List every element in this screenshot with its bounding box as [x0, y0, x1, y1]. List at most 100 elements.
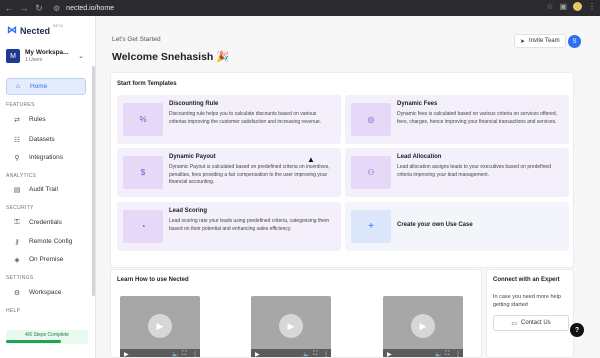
video-controls: [251, 349, 331, 357]
volume-icon[interactable]: 🔈: [172, 351, 179, 357]
sidebar-item-datasets[interactable]: ☷ Datasets: [6, 131, 86, 148]
templates-panel: Start form Templates % Discounting Rule …: [110, 72, 574, 268]
sidebar-item-audit-trail[interactable]: ▤ Audit Trail: [6, 181, 86, 198]
sidebar-item-home[interactable]: ⌂ Home: [6, 78, 86, 95]
sidebar-item-label: Audit Trail: [29, 186, 58, 193]
expert-panel: Connect with an Expert In case you need …: [486, 269, 574, 358]
sidebar-scrollbar[interactable]: [92, 66, 95, 296]
create-use-case-card[interactable]: + Create your own Use Case: [345, 202, 569, 251]
coin-icon: ◎: [351, 103, 391, 136]
volume-icon[interactable]: 🔈: [435, 351, 442, 357]
card-title: Dynamic Fees: [397, 101, 438, 107]
sidebar-item-label: On Premise: [29, 256, 64, 263]
card-description: Dynamic Payout is calculated based on pr…: [169, 164, 330, 185]
workspace-switcher[interactable]: M My Workspa... 1 Users ⌄: [6, 44, 86, 68]
app-window: ⋈ Nected BETA M My Workspa... 1 Users ⌄ …: [0, 16, 600, 358]
avatar[interactable]: S: [568, 35, 581, 48]
document-dollar-icon: $: [123, 156, 163, 189]
contact-us-label: Contact Us: [520, 320, 551, 326]
sidepanel-icon[interactable]: ▣: [559, 2, 567, 11]
browser-toolbar: ← → ↻ ⚙ nected.io/home ☆ ▣ ⋮: [0, 0, 600, 16]
sidebar-item-label: Integrations: [29, 154, 63, 161]
video-player[interactable]: ▶ ▶ 🔈 ⛶ ⋮: [383, 296, 463, 357]
contact-us-button[interactable]: ▭ Contact Us: [493, 315, 569, 331]
expert-title: Connect with an Expert: [493, 277, 560, 283]
video-controls: [120, 349, 200, 357]
percent-icon: %: [123, 103, 163, 136]
template-card-lead-allocation[interactable]: ⚇ Lead Allocation Lead allocation assign…: [345, 148, 569, 197]
sidebar-item-label: Datasets: [29, 136, 55, 143]
play-icon[interactable]: ▶: [411, 314, 435, 338]
address-bar[interactable]: ⚙ nected.io/home: [53, 2, 114, 14]
card-description: Lead allocation assigns leads to your ex…: [397, 164, 551, 178]
chat-icon: ▭: [511, 320, 517, 327]
beta-badge: BETA: [53, 23, 64, 28]
card-description: Dynamic fees is calculated based on vari…: [397, 111, 557, 125]
sidebar-item-label: Workspace: [29, 289, 62, 296]
progress-bar-fill: [6, 340, 61, 343]
volume-icon[interactable]: 🔈: [303, 351, 310, 357]
sidebar-item-remote-config[interactable]: ⚷ Remote Config: [6, 233, 86, 250]
url-text: nected.io/home: [66, 4, 115, 12]
server-icon: ◈: [14, 256, 20, 264]
sidebar-item-credentials[interactable]: ⚿ Credentials: [6, 214, 86, 231]
card-title: Dynamic Payout: [169, 154, 216, 160]
video-controls: [383, 349, 463, 357]
sidebar-item-on-premise[interactable]: ◈ On Premise: [6, 251, 86, 268]
chevron-down-icon: ⌄: [78, 53, 84, 60]
play-icon[interactable]: ▶: [148, 314, 172, 338]
invite-team-button[interactable]: ➤ Invite Team: [514, 34, 566, 48]
page-title: Welcome Snehasish 🎉: [112, 51, 230, 63]
app-name: Nected: [20, 25, 51, 36]
play-control-icon[interactable]: ▶: [387, 351, 392, 357]
mouse-cursor-icon: ▲: [307, 155, 315, 164]
bookmark-star-icon[interactable]: ☆: [546, 2, 553, 11]
template-card-discounting-rule[interactable]: % Discounting Rule Discounting rule help…: [117, 95, 341, 144]
send-icon: ➤: [520, 38, 526, 45]
nected-logo-icon: ⋈: [7, 25, 17, 36]
nected-logo[interactable]: ⋈ Nected BETA: [7, 23, 64, 36]
invite-team-label: Invite Team: [529, 38, 560, 44]
browser-menu-icon[interactable]: ⋮: [588, 2, 596, 11]
forward-arrow-icon[interactable]: →: [18, 3, 30, 13]
section-help: HELP: [6, 308, 21, 314]
learn-panel: Learn How to use Nected ▶ ▶ 🔈 ⛶ ⋮ ▶ ▶ 🔈 …: [110, 269, 482, 358]
workspace-users: 1 Users: [25, 57, 43, 63]
card-title: Lead Allocation: [397, 154, 442, 160]
sidebar-item-workspace[interactable]: ⚙ Workspace: [6, 284, 86, 301]
page-pretitle: Let's Get Started: [112, 36, 161, 43]
section-settings: SETTINGS: [6, 275, 34, 281]
browser-profile-avatar[interactable]: [573, 2, 582, 11]
play-control-icon[interactable]: ▶: [255, 351, 260, 357]
sidebar-item-rules[interactable]: ⇄ Rules: [6, 111, 86, 128]
back-arrow-icon[interactable]: ←: [3, 3, 15, 13]
more-options-icon[interactable]: ⋮: [455, 351, 461, 357]
site-settings-icon[interactable]: ⚙: [53, 4, 60, 13]
workspace-name: My Workspa...: [25, 49, 69, 56]
sidebar-item-label: Credentials: [29, 219, 62, 226]
fullscreen-icon[interactable]: ⛶: [445, 351, 449, 357]
more-options-icon[interactable]: ⋮: [323, 351, 329, 357]
video-player[interactable]: ▶ ▶ 🔈 ⛶ ⋮: [120, 296, 200, 357]
fullscreen-icon[interactable]: ⛶: [313, 351, 317, 357]
play-control-icon[interactable]: ▶: [124, 351, 129, 357]
template-card-dynamic-fees[interactable]: ◎ Dynamic Fees Dynamic fees is calculate…: [345, 95, 569, 144]
onboarding-progress[interactable]: 4/6 Steps Complete: [6, 330, 88, 344]
sidebar-item-label: Rules: [29, 116, 46, 123]
video-player[interactable]: ▶ ▶ 🔈 ⛶ ⋮: [251, 296, 331, 357]
remote-key-icon: ⚷: [14, 238, 20, 246]
sidebar-item-integrations[interactable]: ⚲ Integrations: [6, 149, 86, 166]
expert-description: In case you need more help getting start…: [493, 294, 561, 308]
help-button[interactable]: ?: [570, 323, 584, 337]
section-features: FEATURES: [6, 102, 35, 108]
workspace-avatar: M: [6, 49, 20, 63]
more-options-icon[interactable]: ⋮: [192, 351, 198, 357]
play-icon[interactable]: ▶: [279, 314, 303, 338]
gear-icon: ⚙: [13, 289, 21, 297]
card-title: Lead Scoring: [169, 208, 208, 214]
reload-icon[interactable]: ↻: [33, 3, 45, 14]
card-description: Discounting rule helps you to calculate …: [169, 111, 322, 125]
fullscreen-icon[interactable]: ⛶: [182, 351, 186, 357]
template-card-lead-scoring[interactable]: ◔ Lead Scoring Lead scoring rate your le…: [117, 202, 341, 251]
section-security: SECURITY: [6, 205, 34, 211]
